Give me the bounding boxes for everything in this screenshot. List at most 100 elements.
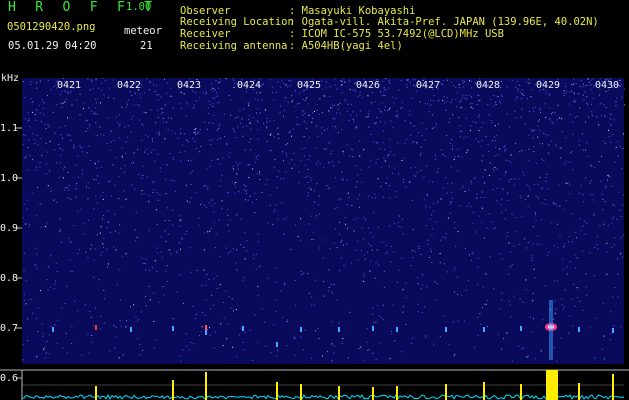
- noise-pixel: [565, 161, 567, 163]
- noise-pixel: [534, 212, 536, 213]
- noise-pixel: [269, 120, 271, 122]
- noise-pixel: [93, 276, 95, 278]
- noise-pixel: [110, 195, 112, 197]
- noise-pixel: [243, 184, 245, 186]
- noise-pixel: [620, 252, 622, 254]
- noise-pixel: [448, 344, 450, 346]
- noise-pixel: [129, 91, 131, 93]
- noise-pixel: [565, 182, 567, 184]
- noise-pixel: [147, 136, 149, 138]
- noise-pixel: [334, 228, 336, 230]
- noise-pixel: [363, 216, 365, 218]
- noise-pixel: [389, 82, 391, 84]
- noise-pixel: [170, 95, 172, 97]
- noise-pixel: [248, 142, 250, 143]
- noise-pixel: [465, 94, 467, 96]
- noise-pixel: [212, 87, 214, 89]
- noise-pixel: [572, 133, 574, 135]
- noise-pixel: [227, 214, 229, 216]
- noise-pixel: [30, 84, 32, 86]
- noise-pixel: [28, 119, 30, 121]
- noise-pixel: [327, 143, 329, 145]
- noise-pixel: [459, 130, 461, 132]
- noise-pixel: [506, 113, 508, 115]
- noise-pixel: [569, 114, 571, 116]
- noise-pixel: [118, 137, 120, 139]
- noise-pixel: [116, 156, 117, 158]
- noise-pixel: [579, 85, 581, 87]
- noise-pixel: [108, 97, 109, 98]
- noise-pixel: [227, 224, 229, 226]
- noise-pixel: [56, 202, 58, 203]
- noise-pixel: [331, 107, 333, 109]
- meteor-echo: [483, 327, 485, 332]
- noise-pixel: [207, 112, 209, 114]
- noise-pixel: [571, 90, 573, 92]
- noise-pixel: [125, 253, 127, 255]
- noise-pixel: [59, 229, 61, 231]
- noise-pixel: [238, 191, 240, 193]
- noise-pixel: [165, 193, 167, 194]
- noise-pixel: [242, 342, 244, 343]
- noise-pixel: [322, 257, 324, 259]
- noise-pixel: [539, 109, 541, 110]
- noise-pixel: [56, 271, 58, 272]
- noise-pixel: [60, 242, 62, 243]
- noise-pixel: [585, 286, 587, 288]
- noise-pixel: [199, 97, 201, 98]
- noise-pixel: [452, 321, 454, 323]
- noise-pixel: [524, 123, 526, 125]
- noise-pixel: [25, 223, 27, 225]
- noise-pixel: [83, 223, 85, 225]
- noise-pixel: [318, 213, 320, 215]
- noise-pixel: [223, 113, 225, 115]
- noise-pixel: [382, 142, 384, 144]
- noise-pixel: [328, 286, 330, 288]
- noise-pixel: [273, 99, 275, 101]
- noise-pixel: [45, 142, 47, 144]
- noise-pixel: [376, 249, 378, 251]
- noise-pixel: [378, 226, 379, 228]
- noise-pixel: [534, 106, 536, 108]
- noise-pixel: [37, 331, 39, 333]
- noise-pixel: [498, 123, 499, 125]
- noise-pixel: [576, 257, 578, 259]
- noise-pixel: [54, 132, 56, 134]
- noise-pixel: [154, 260, 156, 262]
- noise-pixel: [323, 166, 325, 168]
- noise-pixel: [186, 345, 188, 347]
- noise-pixel: [484, 237, 485, 239]
- noise-pixel: [379, 342, 381, 344]
- noise-pixel: [504, 150, 506, 152]
- noise-pixel: [482, 307, 483, 309]
- noise-pixel: [582, 86, 584, 88]
- noise-pixel: [336, 247, 338, 249]
- noise-pixel: [549, 118, 551, 120]
- noise-pixel: [553, 318, 555, 320]
- noise-pixel: [333, 242, 335, 244]
- noise-pixel: [166, 121, 168, 123]
- noise-pixel: [622, 256, 623, 258]
- noise-pixel: [573, 93, 575, 95]
- noise-pixel: [413, 140, 415, 142]
- noise-pixel: [153, 292, 154, 294]
- noise-pixel: [80, 208, 82, 210]
- noise-pixel: [412, 141, 414, 143]
- noise-pixel: [279, 105, 281, 107]
- noise-pixel: [172, 156, 174, 158]
- noise-pixel: [532, 108, 534, 110]
- noise-pixel: [71, 104, 73, 106]
- noise-pixel: [573, 101, 575, 103]
- noise-pixel: [572, 121, 574, 123]
- noise-pixel: [384, 78, 386, 80]
- noise-pixel: [537, 243, 539, 245]
- noise-pixel: [219, 284, 221, 286]
- noise-pixel: [380, 186, 382, 188]
- noise-pixel: [131, 95, 133, 97]
- noise-pixel: [431, 114, 433, 116]
- noise-pixel: [469, 103, 471, 105]
- noise-pixel: [228, 156, 230, 158]
- noise-pixel: [310, 177, 312, 179]
- noise-pixel: [315, 163, 317, 165]
- noise-pixel: [56, 342, 58, 344]
